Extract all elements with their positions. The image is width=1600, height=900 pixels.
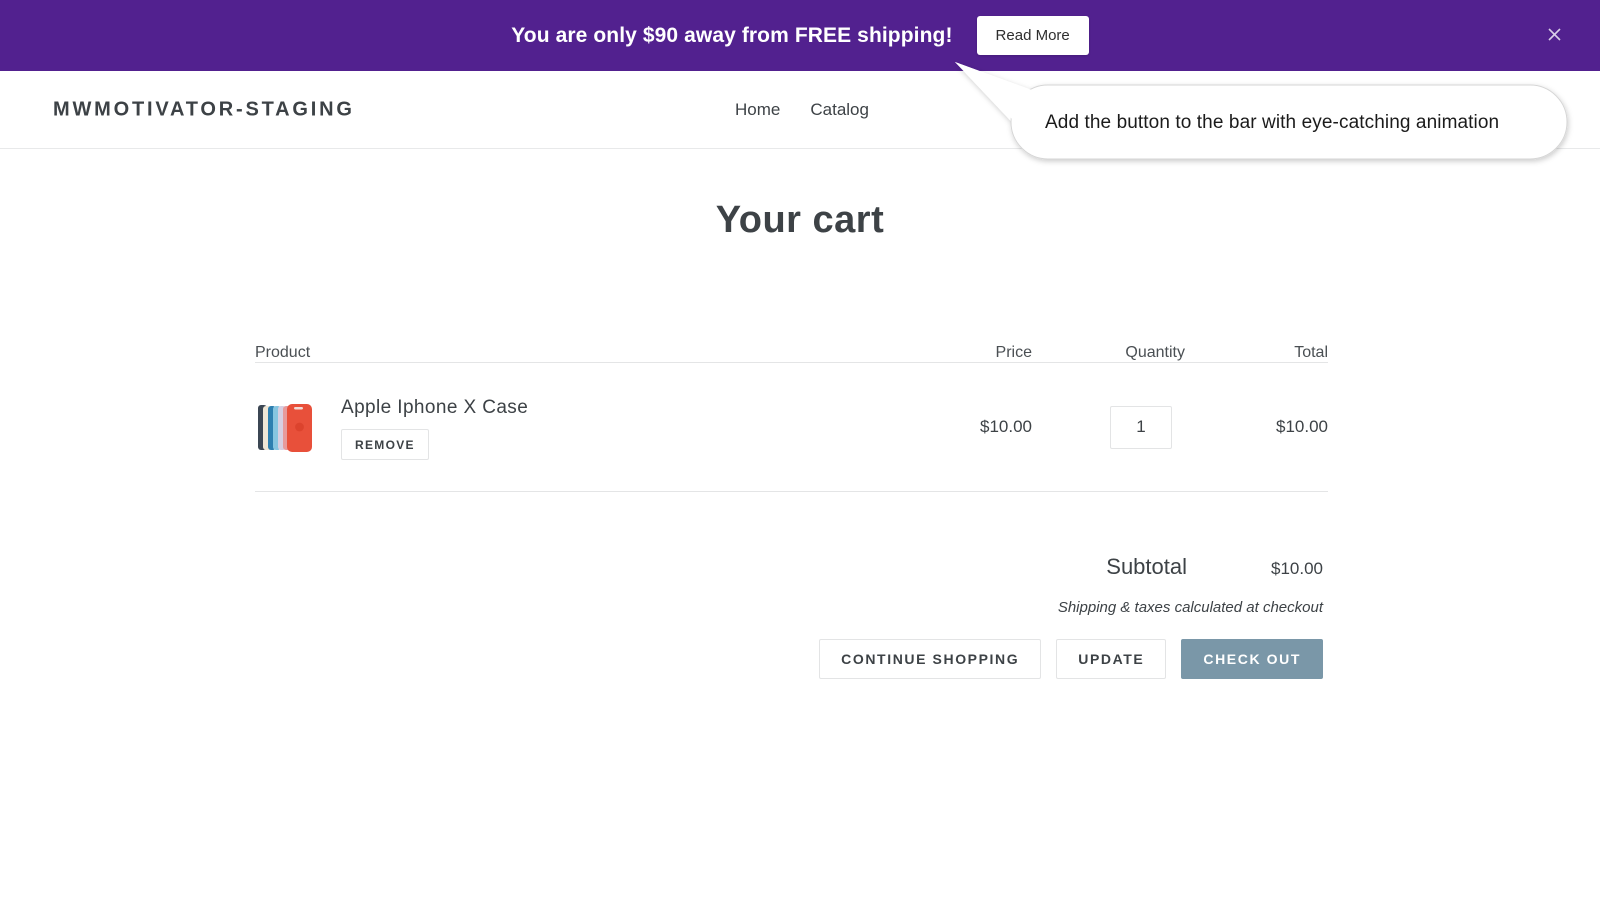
checkout-button[interactable]: CHECK OUT [1181,639,1323,679]
site-brand-logo[interactable]: MWMOTIVATOR-STAGING [53,98,355,121]
promo-banner: You are only $90 away from FREE shipping… [0,0,1600,71]
table-divider-bottom [255,491,1328,492]
subtotal-row: Subtotal $10.00 [255,554,1328,580]
cart-action-buttons: CONTINUE SHOPPING UPDATE CHECK OUT [255,639,1328,679]
continue-shopping-button[interactable]: CONTINUE SHOPPING [819,639,1041,679]
cart-container: Product Price Quantity Total [255,320,1328,679]
cart-item-product-cell: Apple Iphone X Case REMOVE [255,395,892,460]
table-row: Apple Iphone X Case REMOVE $10.00 $10.00 [255,363,1328,491]
remove-button[interactable]: REMOVE [341,429,429,460]
product-details: Apple Iphone X Case REMOVE [341,395,528,460]
cart-item-quantity-cell [1032,406,1185,449]
cart-item-total: $10.00 [1185,417,1328,437]
read-more-button[interactable]: Read More [977,16,1089,55]
product-title[interactable]: Apple Iphone X Case [341,397,528,419]
column-header-total: Total [1185,344,1328,362]
tax-note: Shipping & taxes calculated at checkout [255,599,1328,616]
page-title: Your cart [0,199,1600,242]
update-button[interactable]: UPDATE [1056,639,1166,679]
column-header-price: Price [892,344,1032,362]
nav-link-catalog[interactable]: Catalog [810,100,869,120]
nav-link-home[interactable]: Home [735,100,780,120]
quantity-input[interactable] [1110,406,1172,449]
cart-summary: Subtotal $10.00 Shipping & taxes calcula… [255,554,1328,679]
cart-item-price: $10.00 [892,417,1032,437]
subtotal-value: $10.00 [1271,559,1323,579]
page-root: You are only $90 away from FREE shipping… [0,0,1600,900]
column-header-product: Product [255,344,892,362]
subtotal-label: Subtotal [1106,554,1187,580]
cart-table-header: Product Price Quantity Total [255,320,1328,362]
product-thumbnail[interactable] [255,396,316,458]
main-navigation: Home Catalog [735,100,869,120]
promo-message: You are only $90 away from FREE shipping… [511,24,952,48]
promo-banner-content: You are only $90 away from FREE shipping… [511,16,1089,55]
close-icon[interactable] [1544,24,1564,44]
column-header-quantity: Quantity [1032,344,1185,362]
site-header: MWMOTIVATOR-STAGING Home Catalog [0,71,1600,149]
